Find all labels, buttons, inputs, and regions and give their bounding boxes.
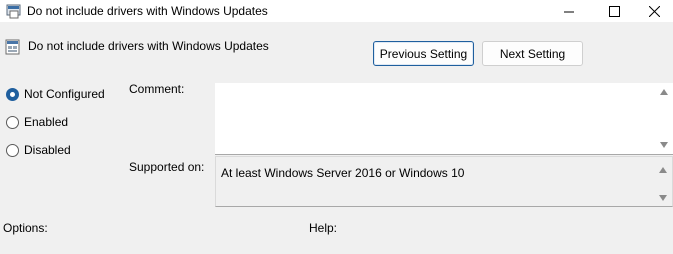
close-icon [649, 5, 660, 17]
maximize-button[interactable] [591, 0, 637, 22]
supported-on-field: At least Windows Server 2016 or Windows … [215, 156, 673, 207]
group-policy-icon [6, 4, 21, 19]
next-setting-label: Next Setting [499, 46, 566, 61]
scroll-down-icon[interactable] [660, 142, 668, 148]
window-title: Do not include drivers with Windows Upda… [27, 4, 268, 18]
help-label: Help: [309, 221, 338, 235]
supported-on-value: At least Windows Server 2016 or Windows … [221, 166, 465, 180]
radio-button[interactable] [6, 115, 19, 129]
maximize-icon [608, 5, 620, 17]
options-label: Options: [3, 221, 48, 235]
radio-disabled[interactable]: Disabled [6, 143, 71, 157]
next-setting-button[interactable]: Next Setting [482, 41, 583, 66]
scroll-up-icon[interactable] [659, 167, 667, 173]
supported-on-label: Supported on: [129, 160, 205, 174]
minimize-icon [563, 11, 574, 12]
radio-not-configured[interactable]: Not Configured [6, 87, 105, 101]
comment-textarea[interactable] [215, 83, 673, 155]
policy-setting-icon [5, 39, 20, 55]
scroll-down-icon[interactable] [659, 195, 667, 201]
radio-label-not-configured: Not Configured [24, 87, 105, 101]
radio-button-checked[interactable] [6, 87, 19, 101]
comment-scrollbar[interactable] [656, 83, 673, 154]
previous-setting-button[interactable]: Previous Setting [373, 41, 474, 66]
radio-label-enabled: Enabled [24, 115, 69, 129]
radio-button[interactable] [6, 143, 19, 157]
radio-enabled[interactable]: Enabled [6, 115, 68, 129]
supported-scrollbar[interactable] [655, 157, 672, 206]
minimize-button[interactable] [546, 0, 592, 22]
title-bar: Do not include drivers with Windows Upda… [0, 0, 673, 22]
scroll-up-icon[interactable] [660, 89, 668, 95]
previous-setting-label: Previous Setting [379, 46, 468, 61]
close-button[interactable] [636, 0, 673, 22]
policy-name: Do not include drivers with Windows Upda… [28, 39, 269, 53]
comment-label: Comment: [129, 82, 185, 96]
radio-label-disabled: Disabled [24, 143, 71, 157]
